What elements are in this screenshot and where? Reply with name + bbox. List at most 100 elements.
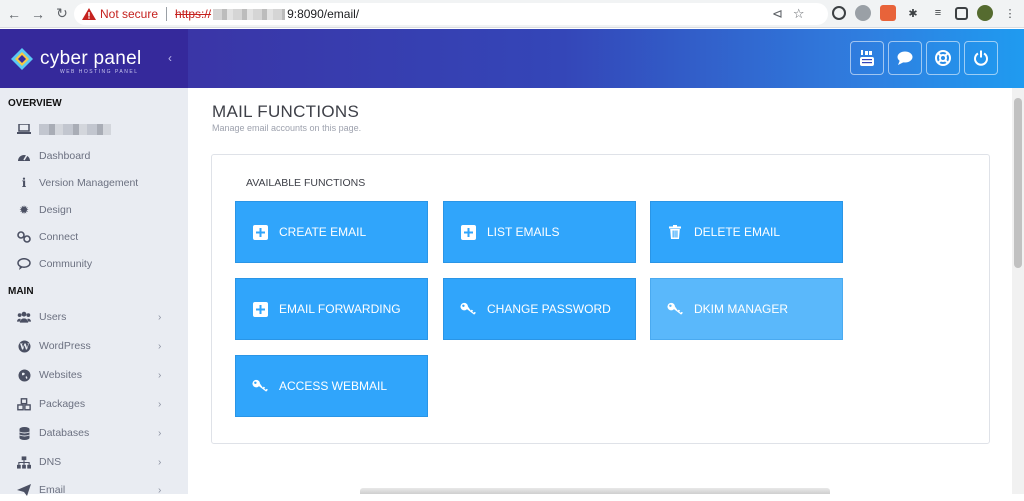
sidebar-item-label: Websites [39, 369, 82, 381]
back-arrow-icon[interactable]: ← [4, 4, 24, 24]
sidebar-item-dns[interactable]: DNS › [0, 451, 188, 473]
power-icon [974, 50, 988, 66]
address-bar[interactable]: Not secure https:// 9:8090/email/ [74, 3, 828, 25]
sidebar-item-design[interactable]: ✹ Design [0, 199, 188, 221]
logout-button[interactable] [964, 41, 998, 75]
chevron-right-icon: › [158, 369, 162, 381]
users-icon [17, 310, 31, 324]
chevron-right-icon: › [158, 398, 162, 410]
trash-icon [667, 224, 683, 240]
sidebar-item-connect[interactable]: Connect [0, 226, 188, 248]
warning-icon [82, 8, 96, 20]
list-emails-button[interactable]: LIST EMAILS [443, 201, 636, 263]
sidebar-item-websites[interactable]: Websites › [0, 364, 188, 386]
sidebar-item-users[interactable]: Users › [0, 306, 188, 328]
redacted-server-name [39, 123, 111, 135]
sidebar-item-databases[interactable]: Databases › [0, 422, 188, 444]
user-avatar[interactable] [977, 5, 993, 21]
url-path: 9:8090/email/ [287, 7, 360, 21]
side-panel-icon[interactable] [955, 6, 968, 20]
page-subtitle: Manage email accounts on this page. [212, 123, 362, 133]
sidebar-item-label: Packages [39, 398, 86, 410]
browser-toolbar: ← → ↻ Not secure https:// 9:8090/email/ … [0, 0, 1024, 28]
main-content: MAIL FUNCTIONS Manage email accounts on … [188, 88, 1012, 494]
sidebar-section-overview: OVERVIEW [8, 98, 62, 109]
access-webmail-button[interactable]: ACCESS WEBMAIL [235, 355, 428, 417]
sidebar-item-label: Version Management [39, 177, 139, 189]
sidebar-item-label: DNS [39, 456, 62, 468]
key-icon [252, 378, 268, 394]
panel-heading: AVAILABLE FUNCTIONS [246, 177, 366, 189]
sidebar-item-server[interactable] [0, 118, 188, 140]
functions-panel: AVAILABLE FUNCTIONS CREATE EMAIL LIST EM… [211, 154, 990, 444]
info-icon: i [21, 176, 27, 190]
button-label: DELETE EMAIL [694, 225, 781, 239]
logo-text: cyber panel [40, 47, 142, 69]
logo[interactable]: cyber panel WEB HOSTING PANEL ‹ [0, 29, 188, 88]
change-password-button[interactable]: CHANGE PASSWORD [443, 278, 636, 340]
url-redacted-host [213, 8, 286, 20]
sidebar-item-label: Users [39, 311, 67, 323]
extension-profile-icon[interactable] [855, 5, 871, 21]
button-label: ACCESS WEBMAIL [279, 379, 388, 393]
reload-icon[interactable]: ↻ [52, 4, 72, 24]
plus-square-icon [252, 224, 268, 240]
button-label: LIST EMAILS [487, 225, 560, 239]
bookmark-star-icon[interactable]: ☆ [793, 6, 805, 22]
not-secure-label: Not secure [100, 7, 159, 21]
sidebar: OVERVIEW Dashboard i Version Management … [0, 88, 188, 496]
extensions-puzzle-icon[interactable]: ✱ [905, 5, 921, 21]
sidebar-item-community[interactable]: Community [0, 253, 188, 275]
bottom-overlay-edge [360, 488, 830, 494]
forward-arrow-icon[interactable]: → [28, 4, 48, 24]
globe-icon [17, 368, 31, 382]
create-email-button[interactable]: CREATE EMAIL [235, 201, 428, 263]
delete-email-button[interactable]: DELETE EMAIL [650, 201, 843, 263]
sidebar-item-version-management[interactable]: i Version Management [0, 172, 188, 194]
sidebar-item-label: Databases [39, 427, 90, 439]
sidebar-collapse-icon[interactable]: ‹ [168, 51, 172, 65]
extension-image-icon[interactable] [880, 5, 896, 21]
support-button[interactable] [926, 41, 960, 75]
tachometer-icon [17, 149, 31, 163]
sidebar-item-dashboard[interactable]: Dashboard [0, 145, 188, 167]
cyberpanel-logo-icon [11, 47, 33, 70]
dkim-manager-button[interactable]: DKIM MANAGER [650, 278, 843, 340]
url-scheme: https:// [175, 7, 212, 21]
svg-text:W: W [18, 342, 29, 352]
sidebar-item-label: Design [39, 204, 72, 216]
youtube-button[interactable] [850, 41, 884, 75]
sidebar-item-label: Connect [39, 231, 79, 243]
youtube-icon [860, 50, 874, 66]
sidebar-section-main: MAIN [8, 286, 34, 297]
sidebar-item-wordpress[interactable]: W WordPress › [0, 335, 188, 357]
logo-subtitle: WEB HOSTING PANEL [60, 69, 139, 75]
sidebar-item-packages[interactable]: Packages › [0, 393, 188, 415]
cog-icon: ✹ [18, 203, 30, 217]
button-label: EMAIL FORWARDING [279, 302, 401, 316]
chevron-right-icon: › [158, 456, 162, 468]
page-title: MAIL FUNCTIONS [212, 102, 360, 121]
button-label: CHANGE PASSWORD [487, 302, 611, 316]
chevron-right-icon: › [158, 427, 162, 439]
sidebar-item-email[interactable]: Email › [0, 479, 188, 501]
plus-square-icon [460, 224, 476, 240]
share-icon[interactable]: ⊲ [772, 6, 783, 22]
sitemap-icon [17, 455, 31, 469]
reading-list-icon[interactable]: ≡ [930, 5, 946, 21]
button-label: CREATE EMAIL [279, 225, 367, 239]
key-icon [667, 301, 683, 317]
sidebar-item-label: Dashboard [39, 150, 91, 162]
browser-menu-icon[interactable]: ⋮ [1002, 5, 1018, 21]
extension-camera-icon[interactable] [832, 6, 846, 20]
paper-plane-icon [17, 483, 31, 497]
page-scrollbar[interactable] [1012, 88, 1024, 494]
chat-button[interactable] [888, 41, 922, 75]
plus-square-icon [252, 301, 268, 317]
email-forwarding-button[interactable]: EMAIL FORWARDING [235, 278, 428, 340]
scrollbar-thumb[interactable] [1014, 98, 1022, 268]
database-icon [17, 426, 31, 440]
app-header: cyber panel WEB HOSTING PANEL ‹ [0, 29, 1024, 88]
button-label: DKIM MANAGER [694, 302, 789, 316]
sidebar-item-label: Community [39, 258, 93, 270]
